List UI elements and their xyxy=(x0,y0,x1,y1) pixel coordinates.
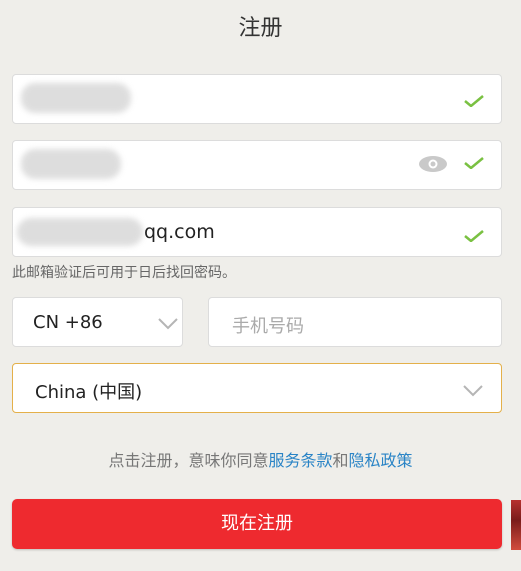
agreement-and: 和 xyxy=(332,451,349,470)
check-icon xyxy=(464,157,484,169)
eye-icon[interactable] xyxy=(418,155,448,173)
terms-link[interactable]: 服务条款 xyxy=(268,451,332,470)
register-button[interactable]: 现在注册 xyxy=(12,499,502,549)
privacy-link[interactable]: 隐私政策 xyxy=(349,451,413,470)
check-icon xyxy=(464,95,484,107)
email-domain-text: qq.com xyxy=(144,221,215,243)
check-icon xyxy=(464,230,484,242)
password-field[interactable] xyxy=(12,140,502,190)
username-field[interactable] xyxy=(12,74,502,124)
page-title: 注册 xyxy=(238,16,283,41)
region-select[interactable]: China (中国) xyxy=(12,363,502,413)
agreement-text: 点击注册，意味你同意服务条款和隐私政策 xyxy=(0,447,521,471)
country-code-select[interactable]: CN +86 xyxy=(12,297,183,347)
edge-decoration xyxy=(511,500,521,550)
region-value: China (中国) xyxy=(35,382,143,403)
chevron-down-icon xyxy=(158,318,178,330)
phone-placeholder: 手机号码 xyxy=(232,316,304,337)
chevron-down-icon xyxy=(463,385,483,397)
blurred-username-value xyxy=(21,83,131,113)
email-hint: 此邮箱验证后可用于日后找回密码。 xyxy=(12,265,236,281)
blurred-password-value xyxy=(21,149,121,179)
blurred-email-value xyxy=(17,218,143,246)
country-code-value: CN +86 xyxy=(33,312,103,333)
agreement-prefix: 点击注册，意味你同意 xyxy=(108,451,269,470)
email-field[interactable]: qq.com xyxy=(12,207,502,257)
phone-input[interactable]: 手机号码 xyxy=(208,297,502,347)
